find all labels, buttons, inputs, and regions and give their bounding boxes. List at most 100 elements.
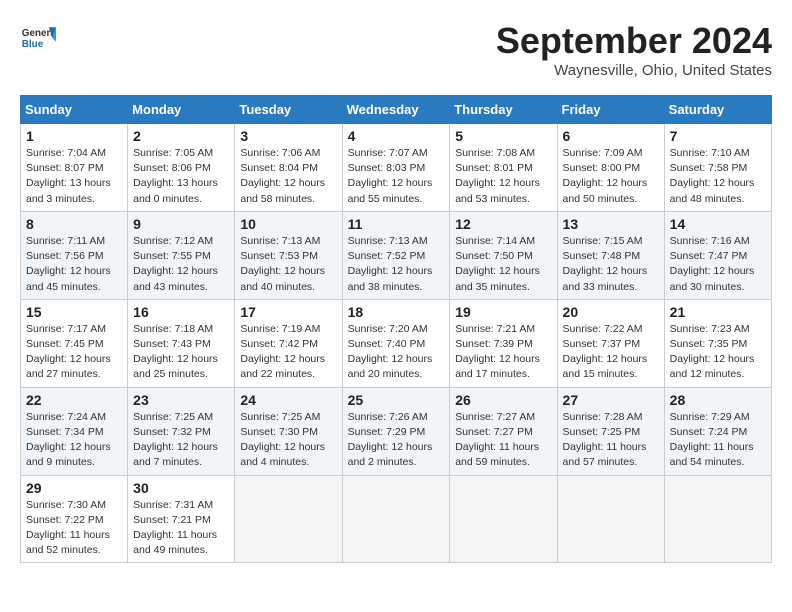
calendar-cell: 4 Sunrise: 7:07 AM Sunset: 8:03 PM Dayli… bbox=[342, 124, 450, 212]
day-number: 29 bbox=[26, 480, 122, 496]
day-number: 8 bbox=[26, 216, 122, 232]
day-info: Sunrise: 7:05 AM Sunset: 8:06 PM Dayligh… bbox=[133, 146, 229, 207]
calendar-cell: 10 Sunrise: 7:13 AM Sunset: 7:53 PM Dayl… bbox=[235, 211, 342, 299]
calendar-cell: 22 Sunrise: 7:24 AM Sunset: 7:34 PM Dayl… bbox=[21, 387, 128, 475]
calendar-cell: 25 Sunrise: 7:26 AM Sunset: 7:29 PM Dayl… bbox=[342, 387, 450, 475]
day-info: Sunrise: 7:23 AM Sunset: 7:35 PM Dayligh… bbox=[670, 322, 766, 383]
calendar-cell: 14 Sunrise: 7:16 AM Sunset: 7:47 PM Dayl… bbox=[664, 211, 771, 299]
calendar-week-2: 8 Sunrise: 7:11 AM Sunset: 7:56 PM Dayli… bbox=[21, 211, 772, 299]
day-info: Sunrise: 7:24 AM Sunset: 7:34 PM Dayligh… bbox=[26, 410, 122, 471]
day-info: Sunrise: 7:08 AM Sunset: 8:01 PM Dayligh… bbox=[455, 146, 551, 207]
day-info: Sunrise: 7:30 AM Sunset: 7:22 PM Dayligh… bbox=[26, 498, 122, 559]
day-info: Sunrise: 7:10 AM Sunset: 7:58 PM Dayligh… bbox=[670, 146, 766, 207]
day-number: 18 bbox=[348, 304, 445, 320]
day-info: Sunrise: 7:31 AM Sunset: 7:21 PM Dayligh… bbox=[133, 498, 229, 559]
day-info: Sunrise: 7:07 AM Sunset: 8:03 PM Dayligh… bbox=[348, 146, 445, 207]
day-info: Sunrise: 7:27 AM Sunset: 7:27 PM Dayligh… bbox=[455, 410, 551, 471]
col-monday: Monday bbox=[128, 96, 235, 124]
day-info: Sunrise: 7:06 AM Sunset: 8:04 PM Dayligh… bbox=[240, 146, 336, 207]
calendar-cell: 23 Sunrise: 7:25 AM Sunset: 7:32 PM Dayl… bbox=[128, 387, 235, 475]
day-number: 28 bbox=[670, 392, 766, 408]
col-wednesday: Wednesday bbox=[342, 96, 450, 124]
calendar-cell: 9 Sunrise: 7:12 AM Sunset: 7:55 PM Dayli… bbox=[128, 211, 235, 299]
calendar-table: Sunday Monday Tuesday Wednesday Thursday… bbox=[20, 95, 772, 563]
day-number: 22 bbox=[26, 392, 122, 408]
col-tuesday: Tuesday bbox=[235, 96, 342, 124]
location: Waynesville, Ohio, United States bbox=[496, 62, 772, 79]
calendar-cell: 16 Sunrise: 7:18 AM Sunset: 7:43 PM Dayl… bbox=[128, 299, 235, 387]
calendar-cell: 15 Sunrise: 7:17 AM Sunset: 7:45 PM Dayl… bbox=[21, 299, 128, 387]
day-info: Sunrise: 7:21 AM Sunset: 7:39 PM Dayligh… bbox=[455, 322, 551, 383]
calendar-cell bbox=[450, 475, 557, 563]
page-header: General Blue September 2024 Waynesville,… bbox=[20, 20, 772, 79]
day-number: 4 bbox=[348, 128, 445, 144]
day-info: Sunrise: 7:28 AM Sunset: 7:25 PM Dayligh… bbox=[563, 410, 659, 471]
day-info: Sunrise: 7:13 AM Sunset: 7:53 PM Dayligh… bbox=[240, 234, 336, 295]
day-number: 26 bbox=[455, 392, 551, 408]
day-info: Sunrise: 7:11 AM Sunset: 7:56 PM Dayligh… bbox=[26, 234, 122, 295]
day-number: 3 bbox=[240, 128, 336, 144]
calendar-cell: 27 Sunrise: 7:28 AM Sunset: 7:25 PM Dayl… bbox=[557, 387, 664, 475]
title-block: September 2024 Waynesville, Ohio, United… bbox=[496, 20, 772, 79]
svg-text:Blue: Blue bbox=[22, 39, 44, 50]
day-info: Sunrise: 7:13 AM Sunset: 7:52 PM Dayligh… bbox=[348, 234, 445, 295]
calendar-cell: 12 Sunrise: 7:14 AM Sunset: 7:50 PM Dayl… bbox=[450, 211, 557, 299]
calendar-week-4: 22 Sunrise: 7:24 AM Sunset: 7:34 PM Dayl… bbox=[21, 387, 772, 475]
day-info: Sunrise: 7:19 AM Sunset: 7:42 PM Dayligh… bbox=[240, 322, 336, 383]
day-info: Sunrise: 7:16 AM Sunset: 7:47 PM Dayligh… bbox=[670, 234, 766, 295]
calendar-cell: 20 Sunrise: 7:22 AM Sunset: 7:37 PM Dayl… bbox=[557, 299, 664, 387]
day-info: Sunrise: 7:14 AM Sunset: 7:50 PM Dayligh… bbox=[455, 234, 551, 295]
col-friday: Friday bbox=[557, 96, 664, 124]
calendar-week-1: 1 Sunrise: 7:04 AM Sunset: 8:07 PM Dayli… bbox=[21, 124, 772, 212]
day-number: 27 bbox=[563, 392, 659, 408]
calendar-cell: 28 Sunrise: 7:29 AM Sunset: 7:24 PM Dayl… bbox=[664, 387, 771, 475]
day-number: 7 bbox=[670, 128, 766, 144]
day-number: 15 bbox=[26, 304, 122, 320]
day-info: Sunrise: 7:18 AM Sunset: 7:43 PM Dayligh… bbox=[133, 322, 229, 383]
day-info: Sunrise: 7:15 AM Sunset: 7:48 PM Dayligh… bbox=[563, 234, 659, 295]
calendar-cell: 2 Sunrise: 7:05 AM Sunset: 8:06 PM Dayli… bbox=[128, 124, 235, 212]
day-number: 6 bbox=[563, 128, 659, 144]
day-number: 14 bbox=[670, 216, 766, 232]
calendar-cell bbox=[235, 475, 342, 563]
calendar-cell: 21 Sunrise: 7:23 AM Sunset: 7:35 PM Dayl… bbox=[664, 299, 771, 387]
day-number: 9 bbox=[133, 216, 229, 232]
calendar-cell bbox=[342, 475, 450, 563]
day-info: Sunrise: 7:09 AM Sunset: 8:00 PM Dayligh… bbox=[563, 146, 659, 207]
day-number: 13 bbox=[563, 216, 659, 232]
calendar-cell: 1 Sunrise: 7:04 AM Sunset: 8:07 PM Dayli… bbox=[21, 124, 128, 212]
calendar-week-5: 29 Sunrise: 7:30 AM Sunset: 7:22 PM Dayl… bbox=[21, 475, 772, 563]
calendar-cell: 13 Sunrise: 7:15 AM Sunset: 7:48 PM Dayl… bbox=[557, 211, 664, 299]
calendar-cell bbox=[557, 475, 664, 563]
day-info: Sunrise: 7:17 AM Sunset: 7:45 PM Dayligh… bbox=[26, 322, 122, 383]
day-number: 23 bbox=[133, 392, 229, 408]
day-number: 30 bbox=[133, 480, 229, 496]
calendar-week-3: 15 Sunrise: 7:17 AM Sunset: 7:45 PM Dayl… bbox=[21, 299, 772, 387]
day-number: 25 bbox=[348, 392, 445, 408]
day-number: 20 bbox=[563, 304, 659, 320]
calendar-cell: 26 Sunrise: 7:27 AM Sunset: 7:27 PM Dayl… bbox=[450, 387, 557, 475]
month-title: September 2024 bbox=[496, 20, 772, 62]
calendar-header-row: Sunday Monday Tuesday Wednesday Thursday… bbox=[21, 96, 772, 124]
day-number: 11 bbox=[348, 216, 445, 232]
day-info: Sunrise: 7:22 AM Sunset: 7:37 PM Dayligh… bbox=[563, 322, 659, 383]
day-info: Sunrise: 7:12 AM Sunset: 7:55 PM Dayligh… bbox=[133, 234, 229, 295]
day-number: 21 bbox=[670, 304, 766, 320]
day-number: 2 bbox=[133, 128, 229, 144]
day-number: 12 bbox=[455, 216, 551, 232]
day-info: Sunrise: 7:25 AM Sunset: 7:32 PM Dayligh… bbox=[133, 410, 229, 471]
day-info: Sunrise: 7:20 AM Sunset: 7:40 PM Dayligh… bbox=[348, 322, 445, 383]
day-number: 16 bbox=[133, 304, 229, 320]
day-number: 17 bbox=[240, 304, 336, 320]
calendar-cell: 29 Sunrise: 7:30 AM Sunset: 7:22 PM Dayl… bbox=[21, 475, 128, 563]
calendar-cell: 17 Sunrise: 7:19 AM Sunset: 7:42 PM Dayl… bbox=[235, 299, 342, 387]
calendar-cell: 5 Sunrise: 7:08 AM Sunset: 8:01 PM Dayli… bbox=[450, 124, 557, 212]
calendar-cell: 19 Sunrise: 7:21 AM Sunset: 7:39 PM Dayl… bbox=[450, 299, 557, 387]
col-sunday: Sunday bbox=[21, 96, 128, 124]
col-thursday: Thursday bbox=[450, 96, 557, 124]
day-number: 5 bbox=[455, 128, 551, 144]
calendar-cell: 8 Sunrise: 7:11 AM Sunset: 7:56 PM Dayli… bbox=[21, 211, 128, 299]
day-number: 10 bbox=[240, 216, 336, 232]
calendar-cell: 6 Sunrise: 7:09 AM Sunset: 8:00 PM Dayli… bbox=[557, 124, 664, 212]
day-info: Sunrise: 7:04 AM Sunset: 8:07 PM Dayligh… bbox=[26, 146, 122, 207]
